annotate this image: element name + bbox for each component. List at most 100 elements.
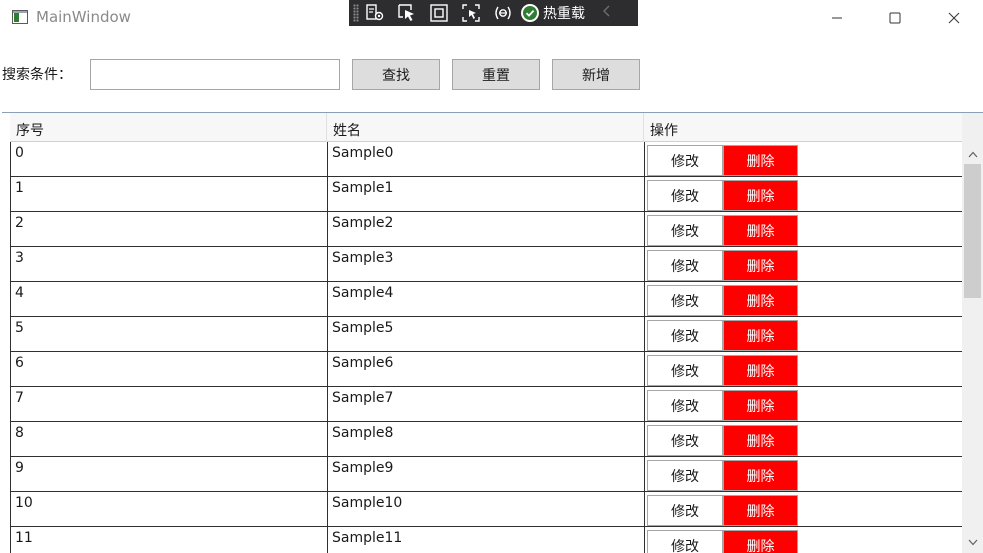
cell-id[interactable]: 1 [11, 177, 328, 212]
table-row[interactable]: 11 Sample11 修改 删除 [11, 527, 963, 553]
cell-id[interactable]: 8 [11, 422, 328, 457]
search-input[interactable] [90, 59, 340, 90]
chevron-up-icon [968, 151, 977, 157]
window-title: MainWindow [36, 8, 131, 26]
cell-id[interactable]: 0 [11, 142, 328, 177]
delete-button[interactable]: 删除 [723, 390, 798, 421]
minimize-icon [832, 17, 842, 19]
delete-button[interactable]: 删除 [723, 460, 798, 491]
table-row[interactable]: 6 Sample6 修改 删除 [11, 352, 963, 387]
close-button[interactable] [925, 0, 983, 36]
edit-button[interactable]: 修改 [647, 460, 723, 491]
edit-button[interactable]: 修改 [647, 180, 723, 211]
edit-button[interactable]: 修改 [647, 425, 723, 456]
minimize-button[interactable] [808, 0, 866, 36]
table-row[interactable]: 8 Sample8 修改 删除 [11, 422, 963, 457]
cell-actions: 修改 删除 [645, 527, 963, 553]
delete-button[interactable]: 删除 [723, 355, 798, 386]
delete-button[interactable]: 删除 [723, 425, 798, 456]
cell-id[interactable]: 3 [11, 247, 328, 282]
cell-id[interactable]: 6 [11, 352, 328, 387]
column-header-actions[interactable]: 操作 [644, 113, 962, 142]
add-button[interactable]: 新增 [552, 59, 640, 90]
cell-id[interactable]: 11 [11, 527, 328, 553]
live-visual-tree-button[interactable] [359, 0, 391, 26]
delete-button[interactable]: 删除 [723, 285, 798, 316]
cell-actions: 修改 删除 [645, 387, 963, 422]
table-row[interactable]: 10 Sample10 修改 删除 [11, 492, 963, 527]
edit-button[interactable]: 修改 [647, 145, 723, 176]
edit-button[interactable]: 修改 [647, 495, 723, 526]
table-row[interactable]: 4 Sample4 修改 删除 [11, 282, 963, 317]
debug-toolbar: 热重载 [349, 0, 638, 26]
cell-actions: 修改 删除 [645, 457, 963, 492]
select-element-button[interactable] [391, 0, 423, 26]
edit-button[interactable]: 修改 [647, 250, 723, 281]
column-header-id[interactable]: 序号 [10, 113, 327, 142]
cell-name[interactable]: Sample7 [328, 387, 645, 422]
cell-id[interactable]: 4 [11, 282, 328, 317]
cell-id[interactable]: 10 [11, 492, 328, 527]
reset-button[interactable]: 重置 [452, 59, 540, 90]
cell-name[interactable]: Sample10 [328, 492, 645, 527]
delete-button[interactable]: 删除 [723, 495, 798, 526]
hot-reload-check-icon [521, 4, 539, 22]
delete-button[interactable]: 删除 [723, 215, 798, 246]
cell-actions: 修改 删除 [645, 177, 963, 212]
hot-reload-status[interactable]: 热重载 [521, 0, 585, 26]
edit-button[interactable]: 修改 [647, 355, 723, 386]
display-adorners-icon [430, 4, 448, 22]
table-row[interactable]: 7 Sample7 修改 删除 [11, 387, 963, 422]
maximize-icon [889, 12, 901, 24]
edit-button[interactable]: 修改 [647, 320, 723, 351]
table-row[interactable]: 9 Sample9 修改 删除 [11, 457, 963, 492]
grid-body: 0 Sample0 修改 删除 1 Sample1 修改 删除 2 Sample2 修改 删除 3 Sam… [10, 142, 963, 553]
live-visual-tree-icon [366, 4, 384, 21]
edit-button[interactable]: 修改 [647, 530, 723, 553]
chevron-down-icon [968, 539, 977, 545]
cell-name[interactable]: Sample1 [328, 177, 645, 212]
table-row[interactable]: 0 Sample0 修改 删除 [11, 142, 963, 177]
delete-button[interactable]: 删除 [723, 250, 798, 281]
table-row[interactable]: 5 Sample5 修改 删除 [11, 317, 963, 352]
table-row[interactable]: 2 Sample2 修改 删除 [11, 212, 963, 247]
edit-button[interactable]: 修改 [647, 390, 723, 421]
edit-button[interactable]: 修改 [647, 285, 723, 316]
scrollbar-thumb[interactable] [964, 164, 981, 298]
table-row[interactable]: 1 Sample1 修改 删除 [11, 177, 963, 212]
cell-name[interactable]: Sample3 [328, 247, 645, 282]
delete-button[interactable]: 删除 [723, 530, 798, 553]
edit-button[interactable]: 修改 [647, 215, 723, 246]
delete-button[interactable]: 删除 [723, 145, 798, 176]
display-adorners-button[interactable] [423, 0, 455, 26]
cell-name[interactable]: Sample9 [328, 457, 645, 492]
cell-actions: 修改 删除 [645, 492, 963, 527]
delete-button[interactable]: 删除 [723, 320, 798, 351]
collapse-toolbar-icon[interactable] [603, 5, 611, 21]
cell-id[interactable]: 5 [11, 317, 328, 352]
table-row[interactable]: 3 Sample3 修改 删除 [11, 247, 963, 282]
cell-name[interactable]: Sample4 [328, 282, 645, 317]
cell-name[interactable]: Sample11 [328, 527, 645, 553]
track-focus-button[interactable] [455, 0, 487, 26]
close-icon [948, 12, 960, 24]
cell-name[interactable]: Sample0 [328, 142, 645, 177]
delete-button[interactable]: 删除 [723, 180, 798, 211]
maximize-button[interactable] [866, 0, 924, 36]
cell-name[interactable]: Sample8 [328, 422, 645, 457]
cell-name[interactable]: Sample2 [328, 212, 645, 247]
cell-id[interactable]: 9 [11, 457, 328, 492]
cell-id[interactable]: 7 [11, 387, 328, 422]
column-header-name[interactable]: 姓名 [327, 113, 644, 142]
vertical-scrollbar[interactable] [962, 142, 983, 553]
cell-name[interactable]: Sample5 [328, 317, 645, 352]
find-button[interactable]: 查找 [352, 59, 440, 90]
scroll-down-button[interactable] [962, 534, 983, 550]
cell-actions: 修改 删除 [645, 422, 963, 457]
scroll-up-button[interactable] [962, 146, 983, 162]
cell-name[interactable]: Sample6 [328, 352, 645, 387]
cell-id[interactable]: 2 [11, 212, 328, 247]
header-filler [962, 113, 983, 142]
binding-failures-button[interactable] [487, 0, 519, 26]
data-grid: 序号 姓名 操作 0 Sample0 修改 删除 1 Sample1 修改 删除 2 Sample… [2, 112, 983, 553]
